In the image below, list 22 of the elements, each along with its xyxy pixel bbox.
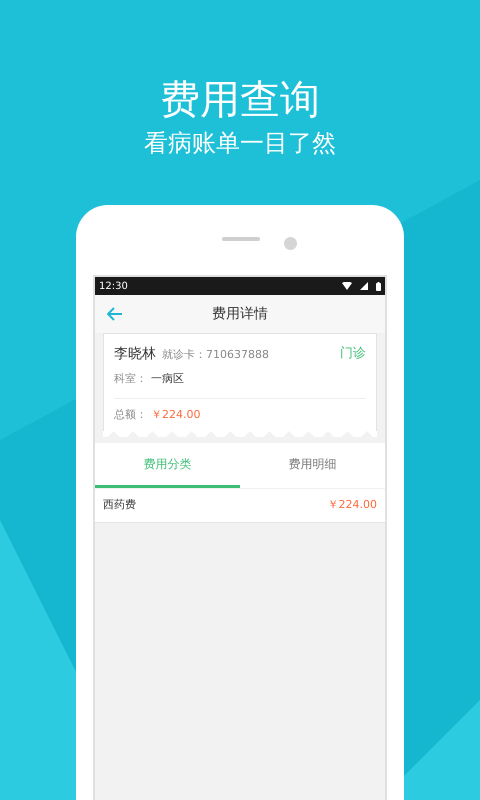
speaker-icon xyxy=(222,237,260,241)
patient-name: 李晓林 xyxy=(114,345,156,364)
screen-title: 费用详情 xyxy=(211,304,269,324)
department-label: 科室： xyxy=(114,371,147,387)
camera-icon xyxy=(284,237,297,250)
fee-amount: ￥224.00 xyxy=(328,497,377,514)
back-button[interactable] xyxy=(107,307,123,321)
status-time: 12:30 xyxy=(99,280,128,294)
card-number: 710637888 xyxy=(206,347,269,363)
total-amount: ￥224.00 xyxy=(151,406,200,422)
promo-title: 费用查询 xyxy=(160,76,320,124)
card-label: 就诊卡： xyxy=(162,347,206,363)
total-label: 总额： xyxy=(114,406,147,422)
fee-name: 西药费 xyxy=(103,497,136,514)
promo-subtitle: 看病账单一目了然 xyxy=(144,128,336,158)
department-value: 一病区 xyxy=(151,371,184,387)
back-arrow-icon xyxy=(107,307,123,321)
signal-icon xyxy=(360,282,368,290)
wifi-icon xyxy=(342,282,352,290)
tab[interactable]: 费用明细 xyxy=(240,443,385,488)
battery-icon xyxy=(376,282,381,290)
visit-type-label: 门诊 xyxy=(340,345,366,363)
